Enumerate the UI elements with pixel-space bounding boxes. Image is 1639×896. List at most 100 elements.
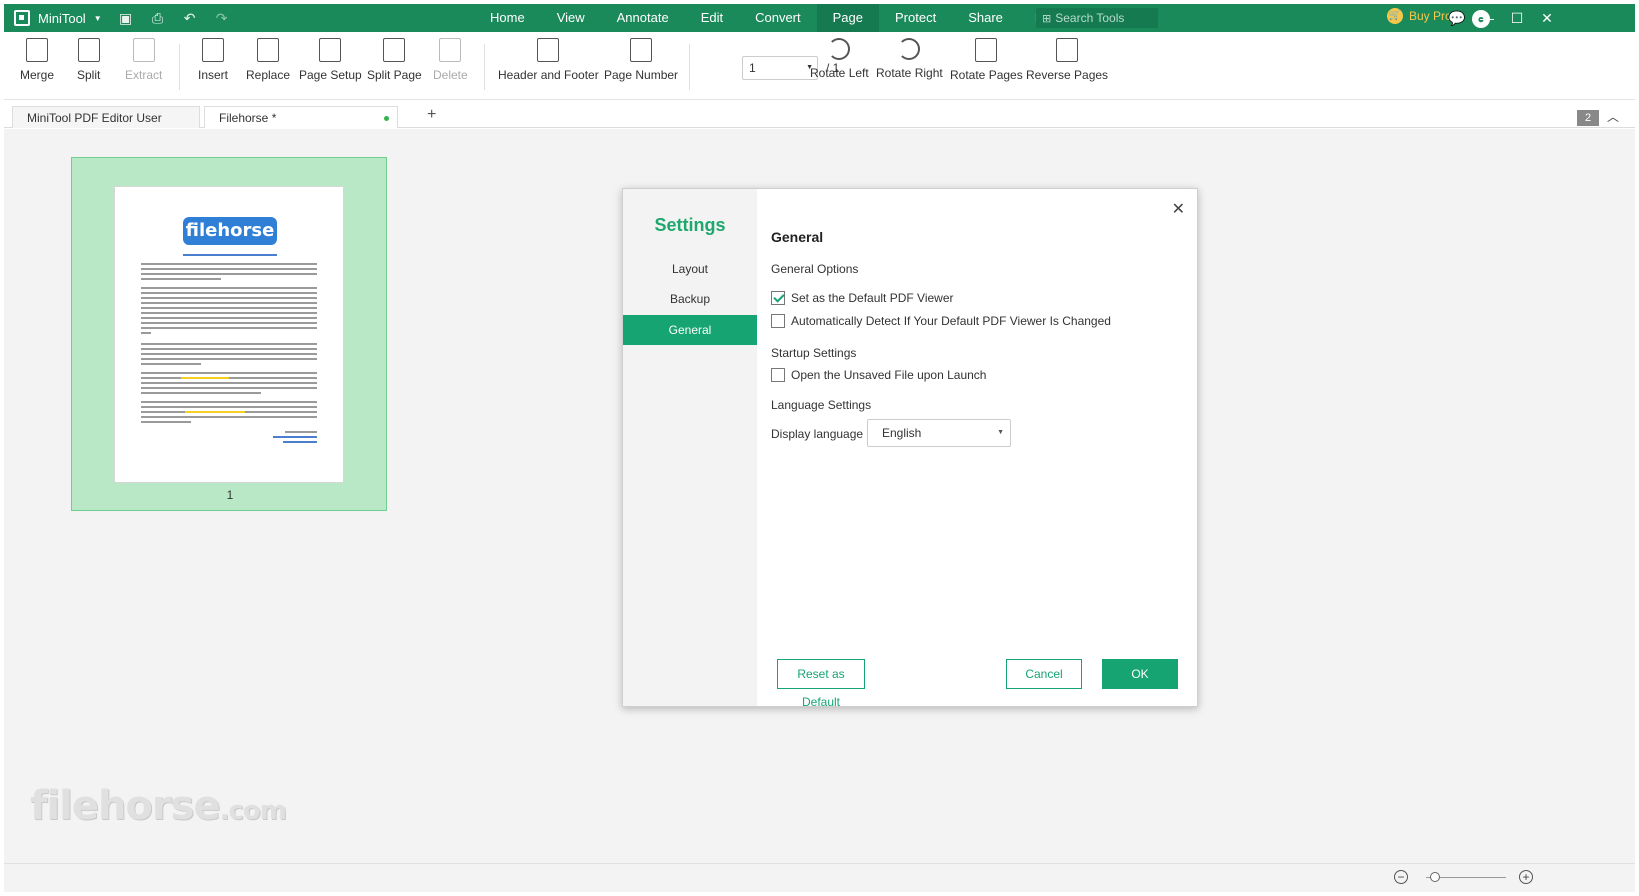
split-page-button[interactable]: Split Page: [367, 38, 422, 82]
text-line: [229, 377, 317, 379]
tab-filehorse-label: Filehorse *: [219, 111, 277, 125]
extract-button[interactable]: Extract: [125, 38, 162, 82]
undo-icon[interactable]: ↶: [182, 10, 198, 26]
menu-page[interactable]: Page: [816, 4, 879, 32]
reset-default-button[interactable]: Reset as Default: [777, 659, 865, 709]
settings-title: Settings: [654, 215, 726, 235]
merge-button[interactable]: Merge: [20, 38, 54, 82]
page-thumbnail[interactable]: filehorse 1: [71, 157, 387, 511]
chevron-down-icon: ▼: [997, 429, 1004, 436]
text-line: [141, 363, 201, 365]
watermark-suffix: .com: [219, 796, 287, 826]
text-line: [141, 377, 181, 379]
replace-label: Replace: [246, 68, 291, 82]
tab-filehorse[interactable]: Filehorse *: [204, 106, 398, 128]
thumbnail-page-number: 1: [226, 488, 234, 502]
close-icon[interactable]: ✕: [1532, 4, 1562, 32]
dialog-close-icon[interactable]: ✕: [1172, 199, 1185, 219]
text-line: [141, 273, 317, 275]
startup-settings-label: Startup Settings: [771, 346, 857, 360]
insert-label: Insert: [198, 68, 229, 82]
text-line: [141, 358, 317, 360]
menu-convert[interactable]: Convert: [739, 4, 817, 32]
zoom-slider-handle[interactable]: [1430, 872, 1440, 882]
menu-protect[interactable]: Protect: [879, 4, 952, 32]
rotate-right-icon: [898, 38, 921, 60]
toolbar-divider: [179, 44, 180, 90]
tab-user-guide[interactable]: MiniTool PDF Editor User Guide: [12, 106, 200, 147]
menu-home[interactable]: Home: [474, 4, 541, 32]
unsaved-dot-icon: [384, 116, 389, 121]
display-language-select[interactable]: English ▼: [867, 419, 1011, 447]
search-placeholder: Search Tools: [1055, 11, 1125, 25]
language-settings-label: Language Settings: [771, 398, 872, 412]
split-button[interactable]: Split: [77, 38, 100, 82]
ok-button[interactable]: OK: [1102, 659, 1178, 689]
text-line: [283, 441, 317, 443]
page-thumbnail-image: filehorse: [114, 186, 344, 483]
reverse-pages-label: Reverse Pages: [1026, 68, 1109, 82]
replace-button[interactable]: Replace: [246, 38, 290, 82]
cancel-button[interactable]: Cancel: [1006, 659, 1082, 689]
toolbar-divider: [689, 44, 690, 90]
text-line: [141, 392, 261, 394]
split-icon: [77, 38, 100, 62]
menu-view[interactable]: View: [541, 4, 601, 32]
delete-icon: [439, 38, 462, 62]
text-line: [141, 287, 317, 289]
rotate-pages-button[interactable]: Rotate Pages: [950, 38, 1023, 82]
toolbar-divider: [484, 44, 485, 90]
delete-button[interactable]: Delete: [433, 38, 468, 82]
zoom-out-icon[interactable]: −: [1394, 870, 1408, 884]
text-line: [141, 387, 317, 389]
redo-icon[interactable]: ↷: [214, 10, 230, 26]
current-page-value: 1: [749, 61, 756, 75]
page-number-button[interactable]: Page Number: [604, 38, 678, 82]
split-page-icon: [383, 38, 406, 62]
reverse-pages-icon: [1056, 38, 1079, 62]
menu-edit[interactable]: Edit: [685, 4, 739, 32]
settings-nav-general[interactable]: General: [623, 315, 757, 345]
insert-icon: [202, 38, 224, 62]
split-page-label: Split Page: [367, 68, 422, 82]
text-line: [141, 421, 191, 423]
auto-detect-checkbox[interactable]: Automatically Detect If Your Default PDF…: [771, 314, 1111, 328]
text-line: [245, 411, 317, 413]
search-tools-input[interactable]: ⊞ Search Tools: [1036, 8, 1158, 28]
page-toolbar: Merge Split Extract Insert Replace Page …: [4, 32, 1635, 100]
settings-nav-layout[interactable]: Layout: [623, 254, 757, 284]
minimize-icon[interactable]: —: [1472, 4, 1502, 32]
insert-button[interactable]: Insert: [198, 38, 228, 82]
text-line: [141, 401, 317, 403]
chevron-up-icon[interactable]: ︿: [1607, 108, 1619, 125]
chat-icon[interactable]: 💬: [1442, 4, 1472, 32]
page-setup-button[interactable]: Page Setup: [299, 38, 362, 82]
open-unsaved-checkbox[interactable]: Open the Unsaved File upon Launch: [771, 368, 986, 382]
save-icon[interactable]: ▣: [118, 10, 134, 26]
text-line: [141, 343, 317, 345]
page-number-label: Page Number: [604, 68, 679, 82]
text-line: [183, 254, 277, 256]
settings-nav-backup[interactable]: Backup: [623, 284, 757, 314]
zoom-in-icon[interactable]: +: [1519, 870, 1533, 884]
text-line: [141, 332, 151, 334]
maximize-icon[interactable]: ☐: [1502, 4, 1532, 32]
merge-label: Merge: [20, 68, 55, 82]
header-footer-button[interactable]: Header and Footer: [498, 38, 599, 82]
page-setup-icon: [319, 38, 342, 62]
split-label: Split: [77, 68, 101, 82]
rotate-right-button[interactable]: Rotate Right: [876, 38, 943, 80]
header-footer-label: Header and Footer: [498, 68, 599, 82]
page-number-select[interactable]: 1 ▼: [742, 56, 818, 80]
menu-share[interactable]: Share: [952, 4, 1019, 32]
text-line: [141, 263, 317, 265]
extract-icon: [132, 38, 155, 62]
print-icon[interactable]: ⎙: [150, 10, 166, 26]
default-viewer-checkbox[interactable]: Set as the Default PDF Viewer: [771, 291, 954, 305]
new-tab-plus-icon[interactable]: +: [427, 106, 436, 124]
menu-annotate[interactable]: Annotate: [601, 4, 685, 32]
app-menu-chevron-down-icon[interactable]: ▼: [94, 14, 102, 23]
reverse-pages-button[interactable]: Reverse Pages: [1026, 38, 1108, 82]
search-grid-icon: ⊞: [1042, 12, 1052, 25]
rotate-left-button[interactable]: Rotate Left: [810, 38, 869, 80]
